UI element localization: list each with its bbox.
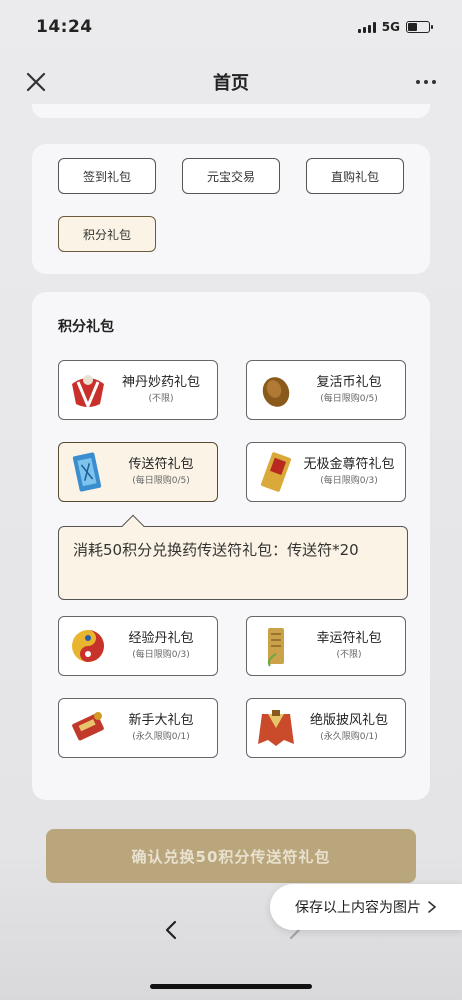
revive-coin-icon [253, 367, 299, 413]
gift-name: 经验丹礼包 [128, 631, 194, 646]
confirm-exchange-button[interactable]: 确认兑换50积分传送符礼包 [46, 829, 416, 883]
page-title: 首页 [213, 73, 249, 94]
gift-name: 新手大礼包 [128, 713, 194, 728]
status-bar: 14:24 5G [0, 0, 462, 54]
home-indicator [150, 984, 312, 989]
tab-signin-gift[interactable]: 签到礼包 [58, 158, 156, 194]
chevron-right-icon [428, 901, 437, 913]
golden-talisman-icon [253, 449, 299, 495]
exp-pill-icon [65, 623, 111, 669]
luck-charm-icon [253, 623, 299, 669]
points-gift-card: 积分礼包 神丹妙药礼包 (不限) 复活币礼包 (每日限购0/5) 传送符礼包 (… [32, 292, 430, 800]
gift-limit: (不限) [148, 394, 174, 404]
gift-limit: (每日限购0/5) [132, 476, 190, 486]
category-card: 签到礼包 元宝交易 直购礼包 积分礼包 [32, 144, 430, 274]
newbie-pack-icon [65, 705, 111, 751]
tooltip-text: 消耗50积分兑换药传送符礼包：传送符*20 [73, 541, 359, 559]
tab-ingot-trade[interactable]: 元宝交易 [182, 158, 280, 194]
exchange-tooltip: 消耗50积分兑换药传送符礼包：传送符*20 [58, 514, 408, 600]
gift-item-exp-pill[interactable]: 经验丹礼包 (每日限购0/3) [58, 616, 218, 676]
battery-icon [406, 21, 433, 33]
gift-limit: (不限) [336, 650, 362, 660]
red-pill-package-icon [65, 367, 111, 413]
nav-bar: 首页 [0, 54, 462, 110]
gift-limit: (每日限购0/3) [132, 650, 190, 660]
tab-points-gift[interactable]: 积分礼包 [58, 216, 156, 252]
gift-limit: (每日限购0/3) [320, 476, 378, 486]
tooltip-arrow [121, 514, 145, 538]
gift-item-golden-talisman[interactable]: 无极金尊符礼包 (每日限购0/3) [246, 442, 406, 502]
gift-item-newbie-pack[interactable]: 新手大礼包 (永久限购0/1) [58, 698, 218, 758]
save-as-image-button[interactable]: 保存以上内容为图片 [270, 884, 462, 930]
gift-limit: (每日限购0/5) [320, 394, 378, 404]
close-icon[interactable] [22, 68, 50, 96]
previous-card-edge [32, 104, 430, 118]
teleport-charm-icon [65, 449, 111, 495]
gift-name: 绝版披风礼包 [309, 713, 388, 728]
gift-name: 无极金尊符礼包 [303, 457, 395, 472]
gift-limit: (永久限购0/1) [132, 732, 190, 742]
gift-item-divine-pill[interactable]: 神丹妙药礼包 (不限) [58, 360, 218, 420]
tab-direct-buy-gift[interactable]: 直购礼包 [306, 158, 404, 194]
more-options-icon[interactable] [412, 68, 440, 96]
gift-limit: (永久限购0/1) [320, 732, 378, 742]
section-title: 积分礼包 [58, 319, 114, 335]
status-icons: 5G [357, 20, 433, 34]
cape-icon [253, 705, 299, 751]
signal-icon [357, 21, 376, 33]
gift-item-teleport-charm[interactable]: 传送符礼包 (每日限购0/5) [58, 442, 218, 502]
network-label: 5G [381, 20, 400, 34]
gift-name: 复活币礼包 [316, 375, 382, 390]
gift-item-revive-coin[interactable]: 复活币礼包 (每日限购0/5) [246, 360, 406, 420]
gift-name: 幸运符礼包 [316, 631, 382, 646]
gift-name: 神丹妙药礼包 [121, 375, 200, 390]
gift-item-exclusive-cape[interactable]: 绝版披风礼包 (永久限购0/1) [246, 698, 406, 758]
save-as-image-label: 保存以上内容为图片 [295, 900, 421, 916]
back-arrow-icon[interactable] [160, 918, 184, 942]
gift-item-luck-charm[interactable]: 幸运符礼包 (不限) [246, 616, 406, 676]
status-time: 14:24 [36, 17, 93, 37]
gift-name: 传送符礼包 [128, 457, 194, 472]
